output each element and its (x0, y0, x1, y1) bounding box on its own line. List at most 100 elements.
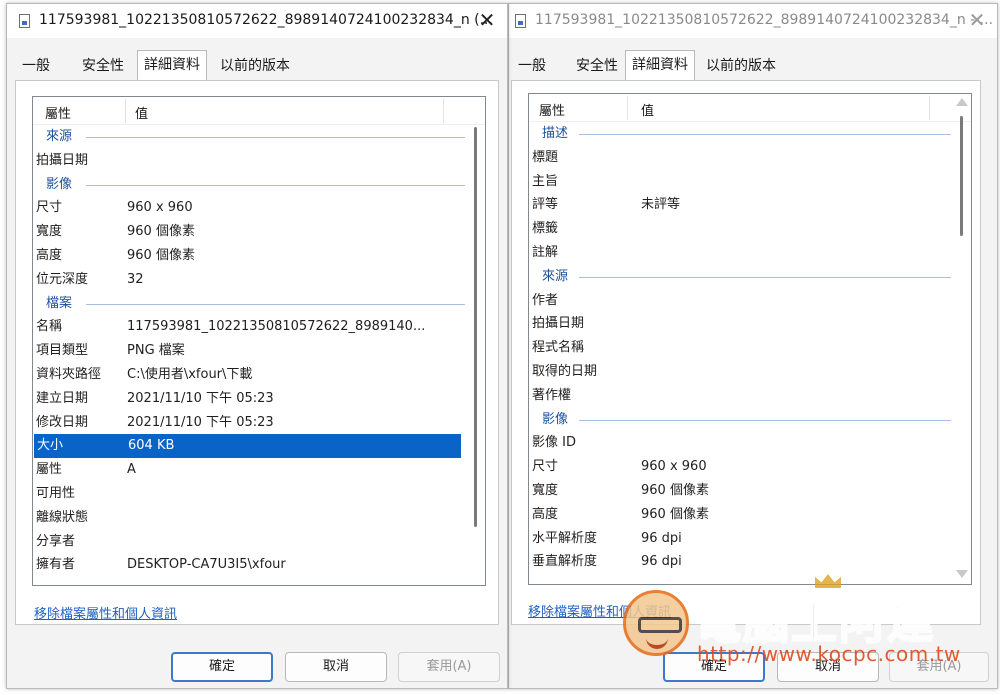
table-row[interactable]: 離線狀態 (33, 506, 467, 530)
property-value: 960 個像素 (127, 247, 195, 263)
table-row[interactable]: 拍攝日期 (529, 312, 953, 336)
table-row[interactable]: 尺寸 960 x 960 (529, 455, 953, 479)
property-value: 960 個像素 (641, 506, 709, 522)
group-label: 影像 (46, 176, 73, 192)
scrollbar-thumb[interactable] (474, 127, 477, 527)
tab-details[interactable]: 詳細資料 (137, 50, 207, 80)
property-value: 2021/11/10 下午 05:23 (127, 390, 274, 406)
tab-security[interactable]: 安全性 (75, 53, 131, 79)
group-header[interactable]: 來源 (529, 265, 953, 289)
table-row[interactable]: 作者 (529, 289, 953, 313)
remove-properties-link[interactable]: 移除檔案屬性和個人資訊 (528, 601, 671, 620)
column-header-property[interactable]: 屬性 (539, 100, 565, 119)
scrollbar-thumb[interactable] (960, 116, 963, 236)
tab-general[interactable]: 一般 (15, 53, 57, 79)
table-row[interactable]: 高度 960 個像素 (529, 503, 953, 527)
group-header[interactable]: 來源 (33, 125, 467, 149)
table-row[interactable]: 資料夾路徑 C:\使用者\xfour\下載 (33, 363, 467, 387)
property-name: 高度 (532, 506, 559, 522)
table-row[interactable]: 取得的日期 (529, 360, 953, 384)
column-divider[interactable] (929, 96, 930, 120)
table-row[interactable]: 著作權 (529, 384, 953, 408)
table-row[interactable]: 拍攝日期 (33, 149, 467, 173)
table-row[interactable]: 評等 未評等 (529, 193, 953, 217)
vertical-scrollbar[interactable] (467, 125, 485, 585)
tab-security[interactable]: 安全性 (569, 53, 625, 79)
tab-general[interactable]: 一般 (511, 53, 553, 79)
property-name: 註解 (532, 244, 559, 260)
scroll-up-arrow-icon[interactable] (956, 98, 968, 106)
table-row[interactable]: 標籤 (529, 217, 953, 241)
file-icon (19, 14, 30, 28)
details-panel: 屬性 值 描述標題 主旨 評等 未評等標籤註解來源 作者 拍攝日期 程式名稱取得的日期著作權… (511, 80, 981, 625)
group-header[interactable]: 影像 (529, 408, 953, 432)
table-row[interactable]: 屬性 A (33, 458, 467, 482)
apply-button[interactable]: 套用(A) (889, 652, 989, 682)
group-header[interactable]: 影像 (33, 173, 467, 197)
column-header-property[interactable]: 屬性 (45, 103, 71, 122)
table-row[interactable]: 標題 (529, 146, 953, 170)
column-divider[interactable] (443, 99, 444, 123)
property-name: 尺寸 (36, 200, 63, 216)
properties-dialog-left: 117593981_10221350810572622_898914072410… (6, 3, 508, 689)
property-name: 可用性 (36, 485, 76, 501)
table-row[interactable]: 垂直解析度 96 dpi (529, 550, 953, 574)
table-row[interactable]: 可用性 (33, 482, 467, 506)
property-name: 標籤 (532, 221, 559, 237)
cancel-button[interactable]: 取消 (777, 652, 879, 682)
property-name: 尺寸 (532, 459, 559, 475)
property-name: 名稱 (36, 319, 63, 335)
table-row[interactable]: 擁有者 DESKTOP-CA7U3I5\xfour (33, 553, 467, 577)
remove-properties-link[interactable]: 移除檔案屬性和個人資訊 (34, 603, 177, 622)
group-header[interactable]: 描述 (529, 122, 953, 146)
property-name: 擁有者 (36, 557, 76, 573)
close-icon[interactable]: ✕ (475, 8, 499, 32)
column-header-value[interactable]: 值 (641, 100, 654, 119)
property-list[interactable]: 屬性 值 來源 拍攝日期影像尺寸 960 x 960 寬度 960 個像素 高度 960 個… (32, 96, 486, 586)
table-row[interactable]: 大小 604 KB (34, 434, 461, 459)
tab-previous-versions[interactable]: 以前的版本 (699, 53, 783, 79)
table-row[interactable]: 建立日期 2021/11/10 下午 05:23 (33, 387, 467, 411)
table-row[interactable]: 影像 ID (529, 431, 953, 455)
property-name: 取得的日期 (532, 363, 598, 379)
table-row[interactable]: 名稱 117593981_10221350810572622_8989140... (33, 315, 467, 339)
table-row[interactable]: 修改日期 2021/11/10 下午 05:23 (33, 411, 467, 435)
property-name: 屬性 (36, 462, 63, 478)
column-divider[interactable] (125, 99, 126, 123)
table-row[interactable]: 註解 (529, 241, 953, 265)
table-row[interactable]: 水平解析度 96 dpi (529, 527, 953, 551)
table-row[interactable]: 主旨 (529, 170, 953, 194)
tab-previous-versions[interactable]: 以前的版本 (213, 53, 297, 79)
property-value: C:\使用者\xfour\下載 (127, 366, 253, 382)
group-label: 描述 (542, 126, 569, 141)
property-name: 水平解析度 (532, 530, 598, 546)
table-row[interactable]: 寬度 960 個像素 (33, 220, 467, 244)
table-row[interactable]: 位元深度 32 (33, 268, 467, 292)
table-row[interactable]: 項目類型 PNG 檔案 (33, 339, 467, 363)
property-value: 960 x 960 (127, 200, 193, 216)
property-list[interactable]: 屬性 值 描述標題 主旨 評等 未評等標籤註解來源 作者 拍攝日期 程式名稱取得的日期著作權… (528, 93, 972, 585)
apply-button[interactable]: 套用(A) (398, 652, 500, 682)
property-rows: 描述標題 主旨 評等 未評等標籤註解來源 作者 拍攝日期 程式名稱取得的日期著作權 影像 影像 … (529, 122, 953, 574)
ok-button[interactable]: 確定 (171, 652, 273, 682)
tab-details[interactable]: 詳細資料 (625, 50, 695, 80)
vertical-scrollbar[interactable] (953, 94, 971, 584)
property-name: 分享者 (36, 533, 76, 549)
scroll-down-arrow-icon[interactable] (956, 570, 968, 578)
table-row[interactable]: 寬度 960 個像素 (529, 479, 953, 503)
group-divider (579, 276, 951, 278)
table-row[interactable]: 分享者 (33, 530, 467, 554)
file-icon (515, 14, 526, 28)
table-row[interactable]: 程式名稱 (529, 336, 953, 360)
group-header[interactable]: 檔案 (33, 292, 467, 316)
property-name: 位元深度 (36, 271, 89, 287)
column-header-value[interactable]: 值 (135, 103, 148, 122)
property-value: PNG 檔案 (127, 343, 185, 359)
table-row[interactable]: 尺寸 960 x 960 (33, 196, 467, 220)
table-row[interactable]: 高度 960 個像素 (33, 244, 467, 268)
close-icon[interactable]: ✕ (965, 8, 989, 32)
cancel-button[interactable]: 取消 (285, 652, 387, 682)
ok-button[interactable]: 確定 (663, 652, 765, 682)
property-value: 未評等 (641, 197, 681, 213)
column-divider[interactable] (627, 96, 628, 120)
